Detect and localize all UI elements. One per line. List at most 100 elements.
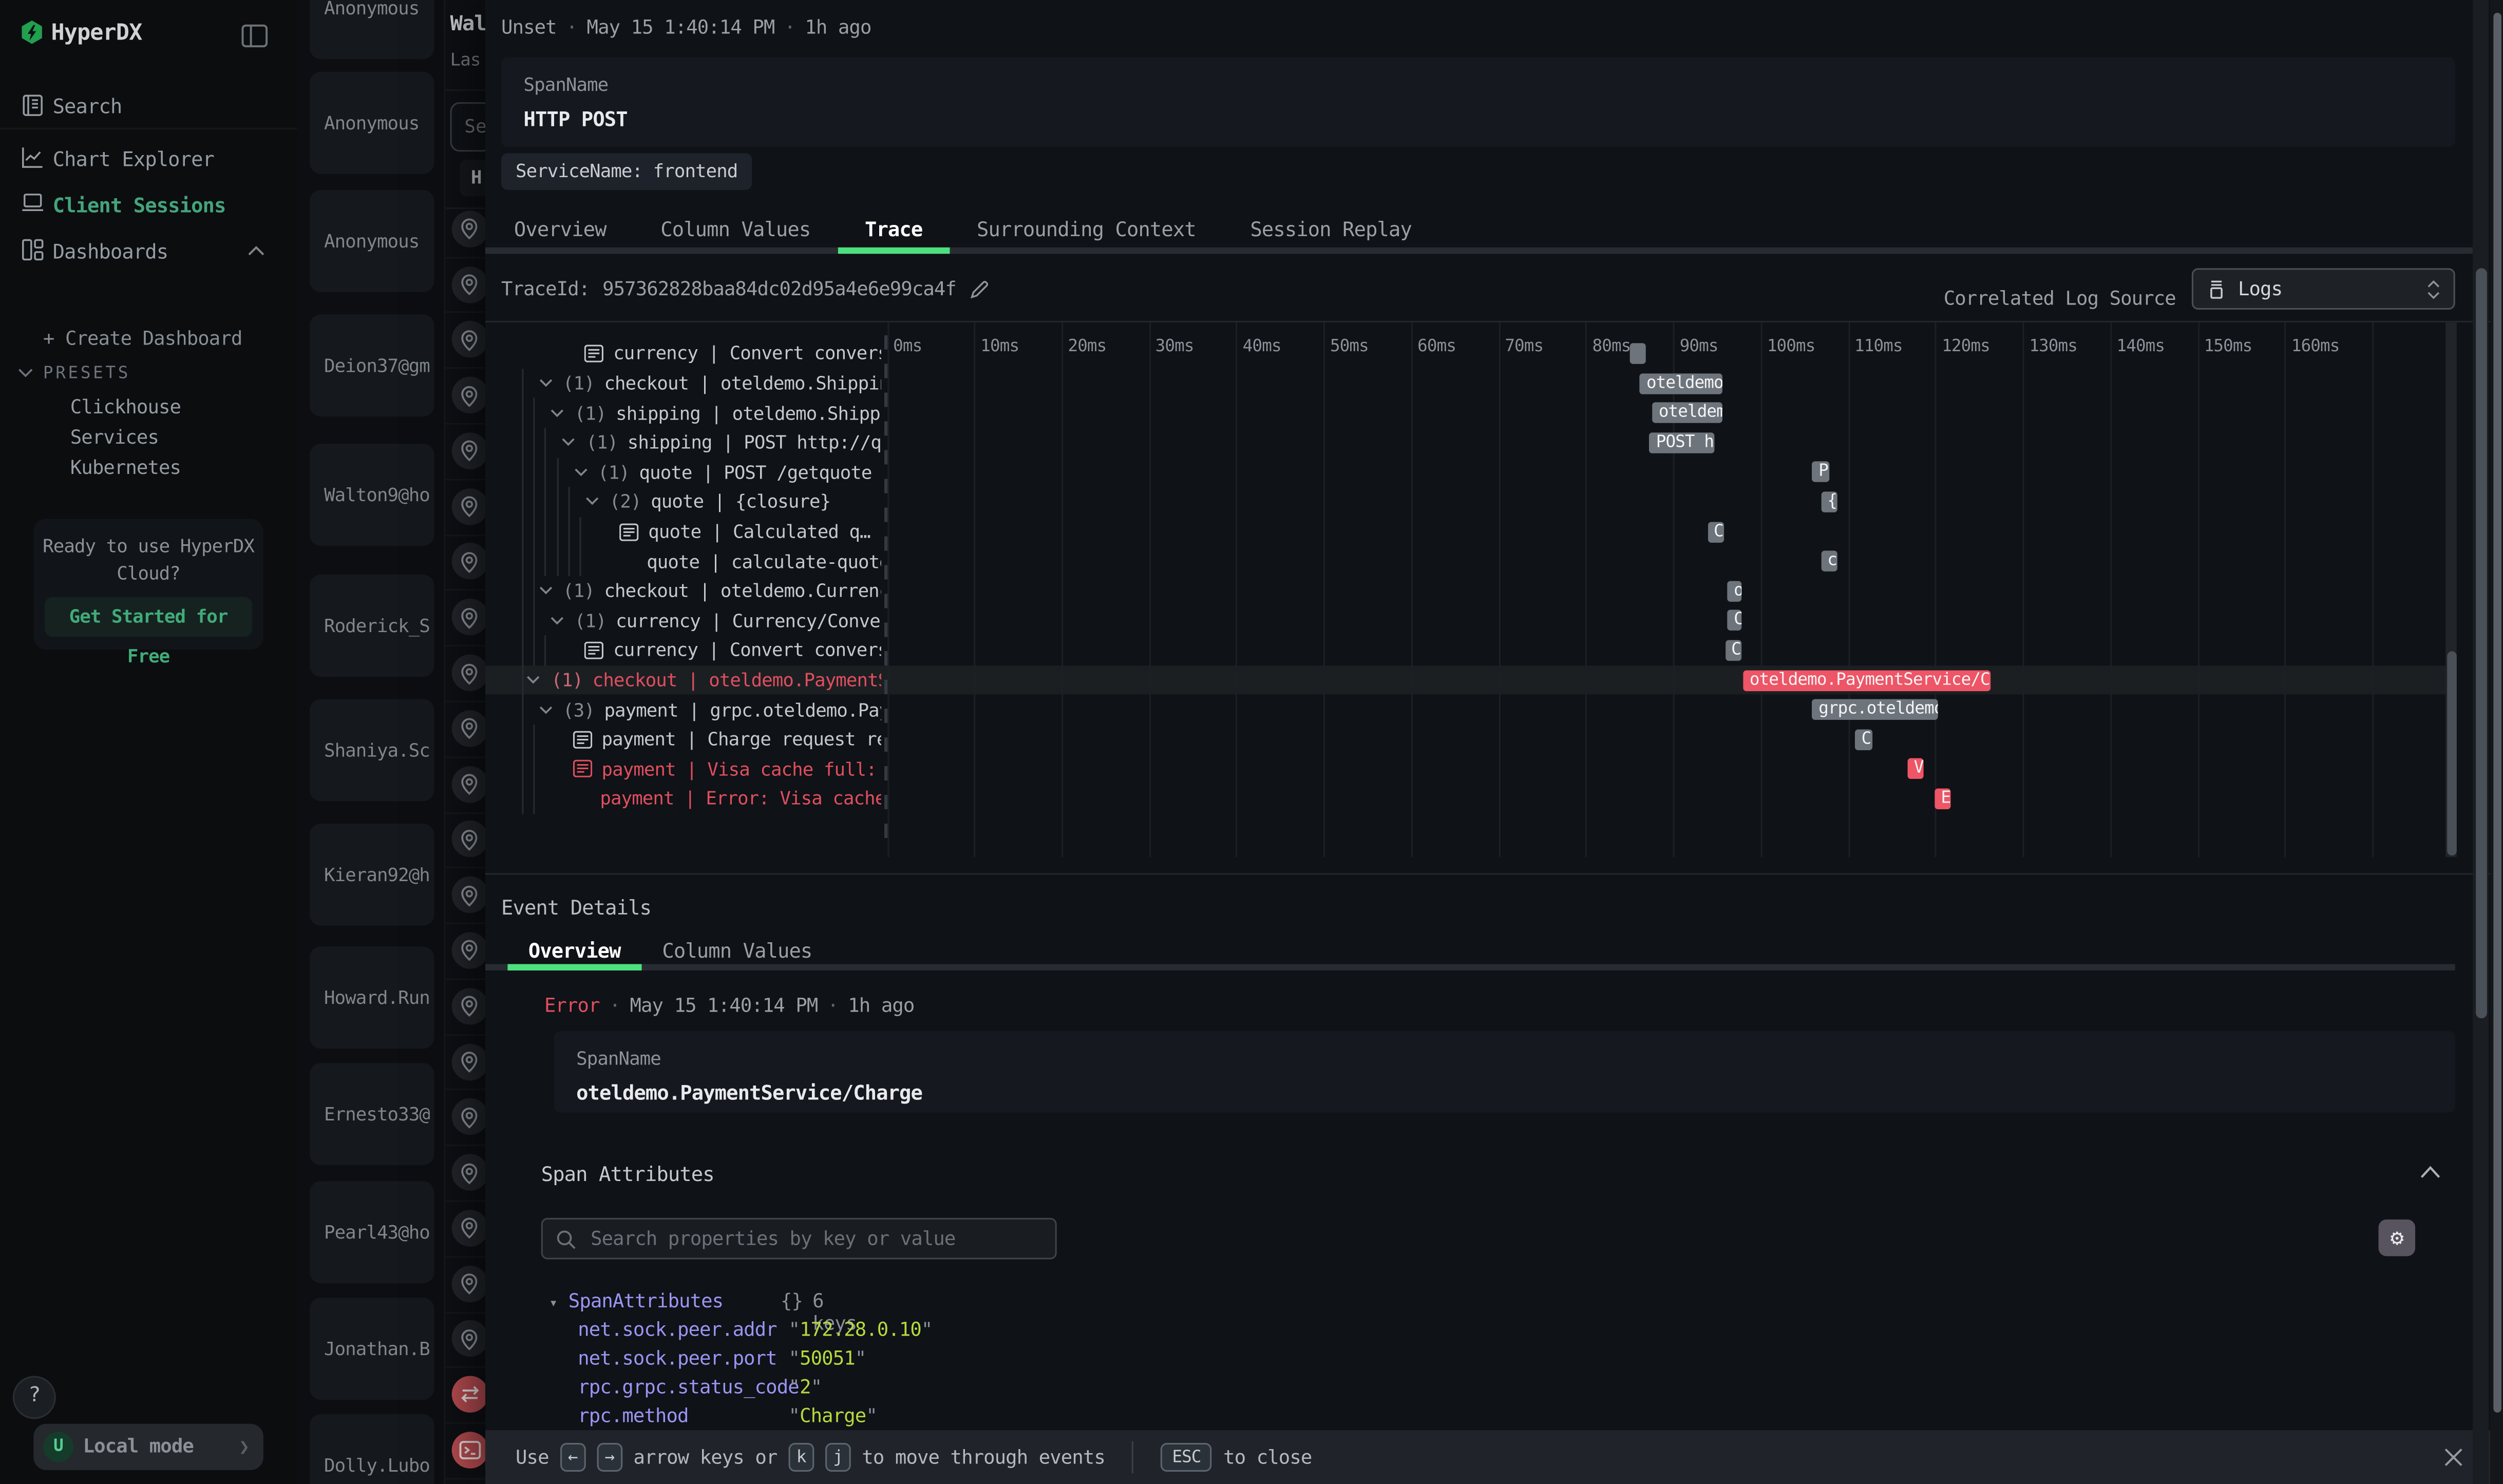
chevron-down-icon[interactable] bbox=[526, 672, 542, 688]
attribute-row[interactable]: net.sock.peer.addr"172.28.0.10" bbox=[578, 1319, 932, 1341]
service-name-chip[interactable]: ServiceName: frontend bbox=[501, 153, 752, 189]
waterfall-scrollbar-thumb[interactable] bbox=[2447, 651, 2456, 855]
span-duration-bar[interactable]: E bbox=[1935, 789, 1950, 809]
session-list-item[interactable]: Anonymous bbox=[310, 72, 434, 174]
location-pin-icon[interactable] bbox=[451, 655, 487, 691]
span-duration-bar[interactable]: POST ht bbox=[1649, 432, 1715, 453]
swap-icon[interactable] bbox=[451, 1376, 487, 1413]
attribute-row[interactable]: net.sock.peer.port"50051" bbox=[578, 1347, 866, 1370]
session-list-item[interactable]: Jonathan.B bbox=[310, 1298, 434, 1400]
location-pin-icon[interactable] bbox=[451, 932, 487, 968]
span-duration-bar[interactable]: { bbox=[1821, 491, 1837, 512]
drawer-scrollbar-thumb[interactable] bbox=[2475, 268, 2487, 1018]
terminal-icon[interactable] bbox=[451, 1432, 487, 1468]
chevron-down-icon[interactable] bbox=[561, 434, 577, 450]
location-pin-icon[interactable] bbox=[451, 1265, 487, 1302]
span-duration-bar[interactable]: C bbox=[1708, 521, 1724, 542]
trace-tree-row[interactable]: currency | Convert convers… bbox=[584, 339, 881, 369]
span-duration-bar[interactable]: grpc.oteldemo. bbox=[1812, 699, 1938, 720]
location-pin-icon[interactable] bbox=[451, 432, 487, 469]
underlay-h-button[interactable]: H bbox=[460, 160, 487, 196]
window-scrollbar-thumb[interactable] bbox=[2493, 13, 2501, 1413]
log-source-select[interactable]: Logs bbox=[2192, 268, 2455, 310]
tab-trace[interactable]: Trace bbox=[838, 209, 950, 254]
session-list-item[interactable]: Walton9@ho bbox=[310, 444, 434, 546]
chevron-down-icon[interactable] bbox=[549, 405, 565, 421]
trace-tree-row[interactable]: (1)shipping | oteldemo.Shipping… bbox=[549, 398, 881, 428]
trace-tree-row[interactable]: payment | Charge request rec… bbox=[573, 725, 881, 754]
sidebar-item-chart-explorer[interactable]: Chart Explorer bbox=[0, 144, 297, 176]
session-list-item[interactable]: Pearl43@ho bbox=[310, 1181, 434, 1283]
location-pin-icon[interactable] bbox=[451, 877, 487, 913]
trace-tree-row[interactable]: (1)currency | Currency/Convert bbox=[549, 606, 881, 636]
gear-icon[interactable]: ⚙ bbox=[2379, 1220, 2415, 1256]
span-duration-bar[interactable]: oteldemo.PaymentService/Char bbox=[1743, 670, 1991, 690]
chevron-down-icon[interactable] bbox=[537, 702, 553, 718]
tab-overview[interactable]: Overview bbox=[507, 930, 641, 971]
span-duration-bar[interactable]: c bbox=[1821, 551, 1837, 572]
chevron-down-icon[interactable] bbox=[537, 583, 553, 599]
span-duration-bar[interactable]: P bbox=[1812, 462, 1829, 483]
trace-tree-row[interactable]: quote | Calculated q… bbox=[619, 517, 881, 546]
span-duration-bar[interactable]: C bbox=[1725, 640, 1741, 660]
presets-section-header[interactable]: PRESETS bbox=[43, 364, 130, 383]
attribute-search-input[interactable] bbox=[587, 1226, 1042, 1251]
sidebar-item-dashboards[interactable]: Dashboards bbox=[0, 236, 297, 268]
trace-tree-row[interactable]: (1)checkout | oteldemo.CurrencySe… bbox=[537, 576, 881, 606]
chevron-down-icon[interactable] bbox=[572, 464, 588, 480]
span-duration-bar[interactable] bbox=[1629, 343, 1646, 364]
location-pin-icon[interactable] bbox=[451, 766, 487, 802]
span-duration-bar[interactable]: V bbox=[1907, 759, 1923, 779]
location-pin-icon[interactable] bbox=[451, 710, 487, 747]
location-pin-icon[interactable] bbox=[451, 821, 487, 858]
attribute-root-row[interactable]: ▾ SpanAttributes {} 6 keys bbox=[549, 1290, 723, 1312]
trace-tree-row[interactable]: (1)checkout | oteldemo.PaymentServi… bbox=[526, 665, 881, 695]
span-duration-bar[interactable]: oteldemo. bbox=[1640, 373, 1723, 393]
location-pin-icon[interactable] bbox=[451, 1043, 487, 1079]
session-list-item[interactable]: Howard.Run bbox=[310, 946, 434, 1049]
span-duration-bar[interactable]: C bbox=[1855, 729, 1872, 750]
location-pin-icon[interactable] bbox=[451, 321, 487, 358]
sidebar-item-search[interactable]: Search bbox=[0, 91, 297, 123]
span-duration-bar[interactable]: oteldemo bbox=[1652, 403, 1723, 423]
chevron-up-icon[interactable] bbox=[248, 244, 265, 257]
location-pin-icon[interactable] bbox=[451, 987, 487, 1024]
trace-tree-row[interactable]: (3)payment | grpc.oteldemo.Paymen… bbox=[537, 695, 881, 725]
close-icon[interactable] bbox=[2442, 1446, 2465, 1469]
span-duration-bar[interactable]: C bbox=[1728, 611, 1741, 631]
trace-tree-row[interactable]: currency | Convert convers… bbox=[584, 636, 881, 665]
location-pin-icon[interactable] bbox=[451, 377, 487, 413]
trace-tree-row[interactable]: (1)checkout | oteldemo.ShippingSe… bbox=[537, 368, 881, 398]
session-list-item[interactable]: Deion37@gm bbox=[310, 314, 434, 416]
chevron-down-icon[interactable] bbox=[549, 613, 565, 629]
trace-tree-row[interactable]: payment | Visa cache full: c… bbox=[573, 754, 881, 784]
session-list-item[interactable]: Dolly.Lubo bbox=[310, 1414, 434, 1484]
location-pin-icon[interactable] bbox=[451, 1098, 487, 1135]
location-pin-icon[interactable] bbox=[451, 1210, 487, 1246]
help-button[interactable]: ? bbox=[13, 1376, 56, 1419]
trace-tree-row[interactable]: (1)quote | POST /getquote bbox=[572, 458, 881, 487]
trace-tree-row[interactable]: (1)shipping | POST http://quo… bbox=[561, 428, 881, 458]
session-list-item[interactable]: Kieran92@h bbox=[310, 824, 434, 926]
session-list-item[interactable]: Ernesto33@ bbox=[310, 1063, 434, 1165]
underlay-search-input[interactable] bbox=[450, 102, 487, 151]
attribute-row[interactable]: rpc.method"Charge" bbox=[578, 1404, 877, 1427]
location-pin-icon[interactable] bbox=[451, 211, 487, 247]
chevron-down-icon[interactable] bbox=[584, 494, 600, 510]
trace-tree-row[interactable]: (2)quote | {closure} bbox=[584, 487, 881, 517]
sidebar-item-client-sessions[interactable]: Client Sessions bbox=[0, 190, 297, 222]
chevron-down-icon[interactable] bbox=[537, 375, 553, 391]
local-mode-button[interactable]: U Local mode ❯ bbox=[33, 1424, 263, 1470]
session-list-item[interactable]: Roderick_S bbox=[310, 575, 434, 677]
create-dashboard-button[interactable]: + Create Dashboard bbox=[43, 327, 242, 350]
location-pin-icon[interactable] bbox=[451, 488, 487, 524]
session-list-item[interactable]: Shaniya.Sc bbox=[310, 699, 434, 801]
location-pin-icon[interactable] bbox=[451, 266, 487, 302]
location-pin-icon[interactable] bbox=[451, 1321, 487, 1357]
sidebar-collapse-icon[interactable] bbox=[241, 24, 268, 54]
session-list-item[interactable]: Anonymous bbox=[310, 190, 434, 292]
trace-tree-row[interactable]: payment | Error: Visa cache ful… bbox=[600, 784, 881, 814]
location-pin-icon[interactable] bbox=[451, 543, 487, 580]
sidebar-preset-item[interactable]: Clickhouse bbox=[70, 396, 181, 418]
sidebar-preset-item[interactable]: Services bbox=[70, 426, 159, 449]
